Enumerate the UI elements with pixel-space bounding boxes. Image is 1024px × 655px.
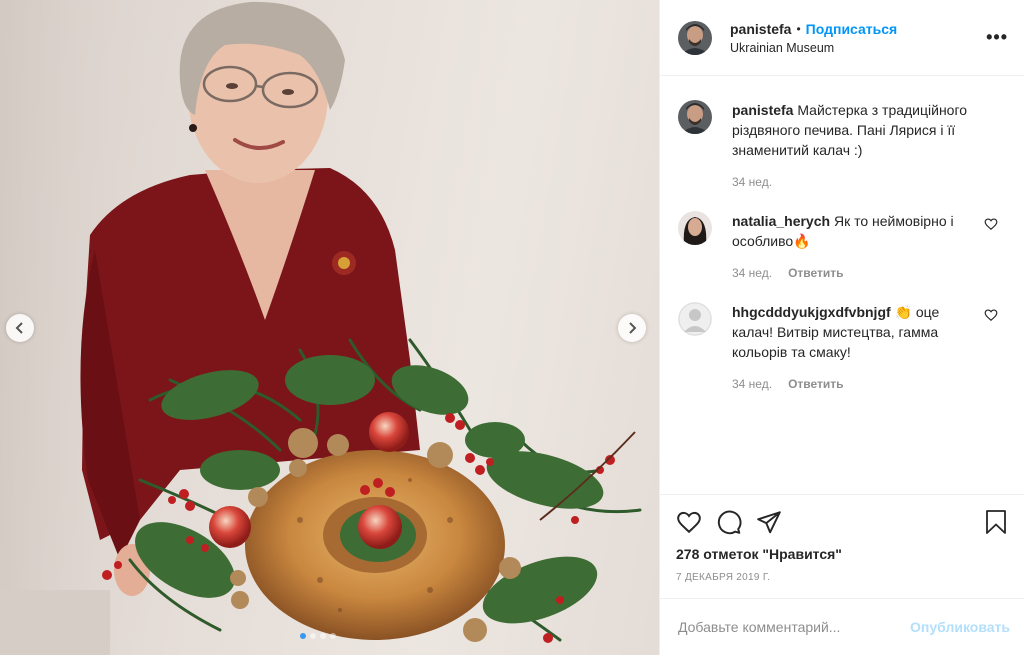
chevron-right-icon	[629, 322, 637, 334]
comments-list: panistefa Майстерка з традиційного різдв…	[660, 76, 1024, 494]
likes-count[interactable]: 278 отметок "Нравится"	[676, 546, 1008, 562]
follow-button[interactable]: Подписаться	[806, 21, 898, 37]
slide-dot	[310, 633, 316, 639]
post-photo[interactable]	[0, 0, 659, 655]
publish-button[interactable]: Опубликовать	[910, 619, 1010, 635]
post-actions: 278 отметок "Нравится" 7 ДЕКАБРЯ 2019 Г.	[660, 494, 1024, 598]
like-comment-icon[interactable]	[984, 217, 998, 231]
commenter-avatar[interactable]	[678, 302, 712, 336]
like-comment-icon[interactable]	[984, 308, 998, 322]
slide-dot	[320, 633, 326, 639]
add-comment-bar: Опубликовать	[660, 598, 1024, 655]
comment-input[interactable]	[678, 619, 911, 635]
reply-button[interactable]: Ответить	[788, 377, 843, 391]
location-link[interactable]: Ukrainian Museum	[730, 41, 986, 55]
photo-illustration	[0, 0, 659, 655]
slide-indicator	[300, 633, 336, 639]
chevron-left-icon	[15, 322, 23, 334]
comment-time[interactable]: 34 нед.	[732, 266, 772, 280]
author-username-link[interactable]: panistefa	[730, 21, 791, 37]
slide-dot	[300, 633, 306, 639]
comment-time[interactable]: 34 нед.	[732, 377, 772, 391]
slide-dot	[330, 633, 336, 639]
avatar-image	[678, 211, 712, 245]
comment-username-link[interactable]: hhgcdddyukjgxdfvbnjgf	[732, 304, 891, 320]
comment-icon[interactable]	[716, 509, 742, 535]
post-details-panel: panistefa • Подписаться Ukrainian Museum…	[659, 0, 1024, 655]
separator-dot: •	[796, 21, 801, 36]
comment-username-link[interactable]: natalia_herych	[732, 213, 830, 229]
previous-slide-button[interactable]	[6, 314, 34, 342]
heart-icon[interactable]	[676, 509, 702, 535]
caption-username-link[interactable]: panistefa	[732, 102, 793, 118]
comment-item: natalia_herych Як то неймовірно і особли…	[678, 211, 1008, 280]
post-date: 7 ДЕКАБРЯ 2019 Г.	[676, 572, 771, 583]
next-slide-button[interactable]	[618, 314, 646, 342]
share-icon[interactable]	[756, 509, 782, 535]
caption-time[interactable]: 34 нед.	[732, 175, 772, 189]
post-dialog: panistefa • Подписаться Ukrainian Museum…	[0, 0, 1024, 655]
avatar-image	[678, 20, 712, 55]
caption-avatar[interactable]	[678, 100, 712, 134]
comment-item: hhgcdddyukjgxdfvbnjgf 👏 оце калач! Витві…	[678, 302, 1008, 391]
bookmark-icon[interactable]	[984, 509, 1008, 535]
caption: panistefa Майстерка з традиційного різдв…	[678, 100, 1008, 189]
header-text: panistefa • Подписаться Ukrainian Museum	[730, 21, 986, 55]
author-avatar[interactable]	[678, 20, 712, 55]
reply-button[interactable]: Ответить	[788, 266, 843, 280]
more-options-icon[interactable]: •••	[986, 27, 1008, 48]
avatar-image	[678, 100, 712, 134]
commenter-avatar[interactable]	[678, 211, 712, 245]
default-avatar-icon	[678, 302, 712, 336]
post-header: panistefa • Подписаться Ukrainian Museum…	[660, 0, 1024, 76]
